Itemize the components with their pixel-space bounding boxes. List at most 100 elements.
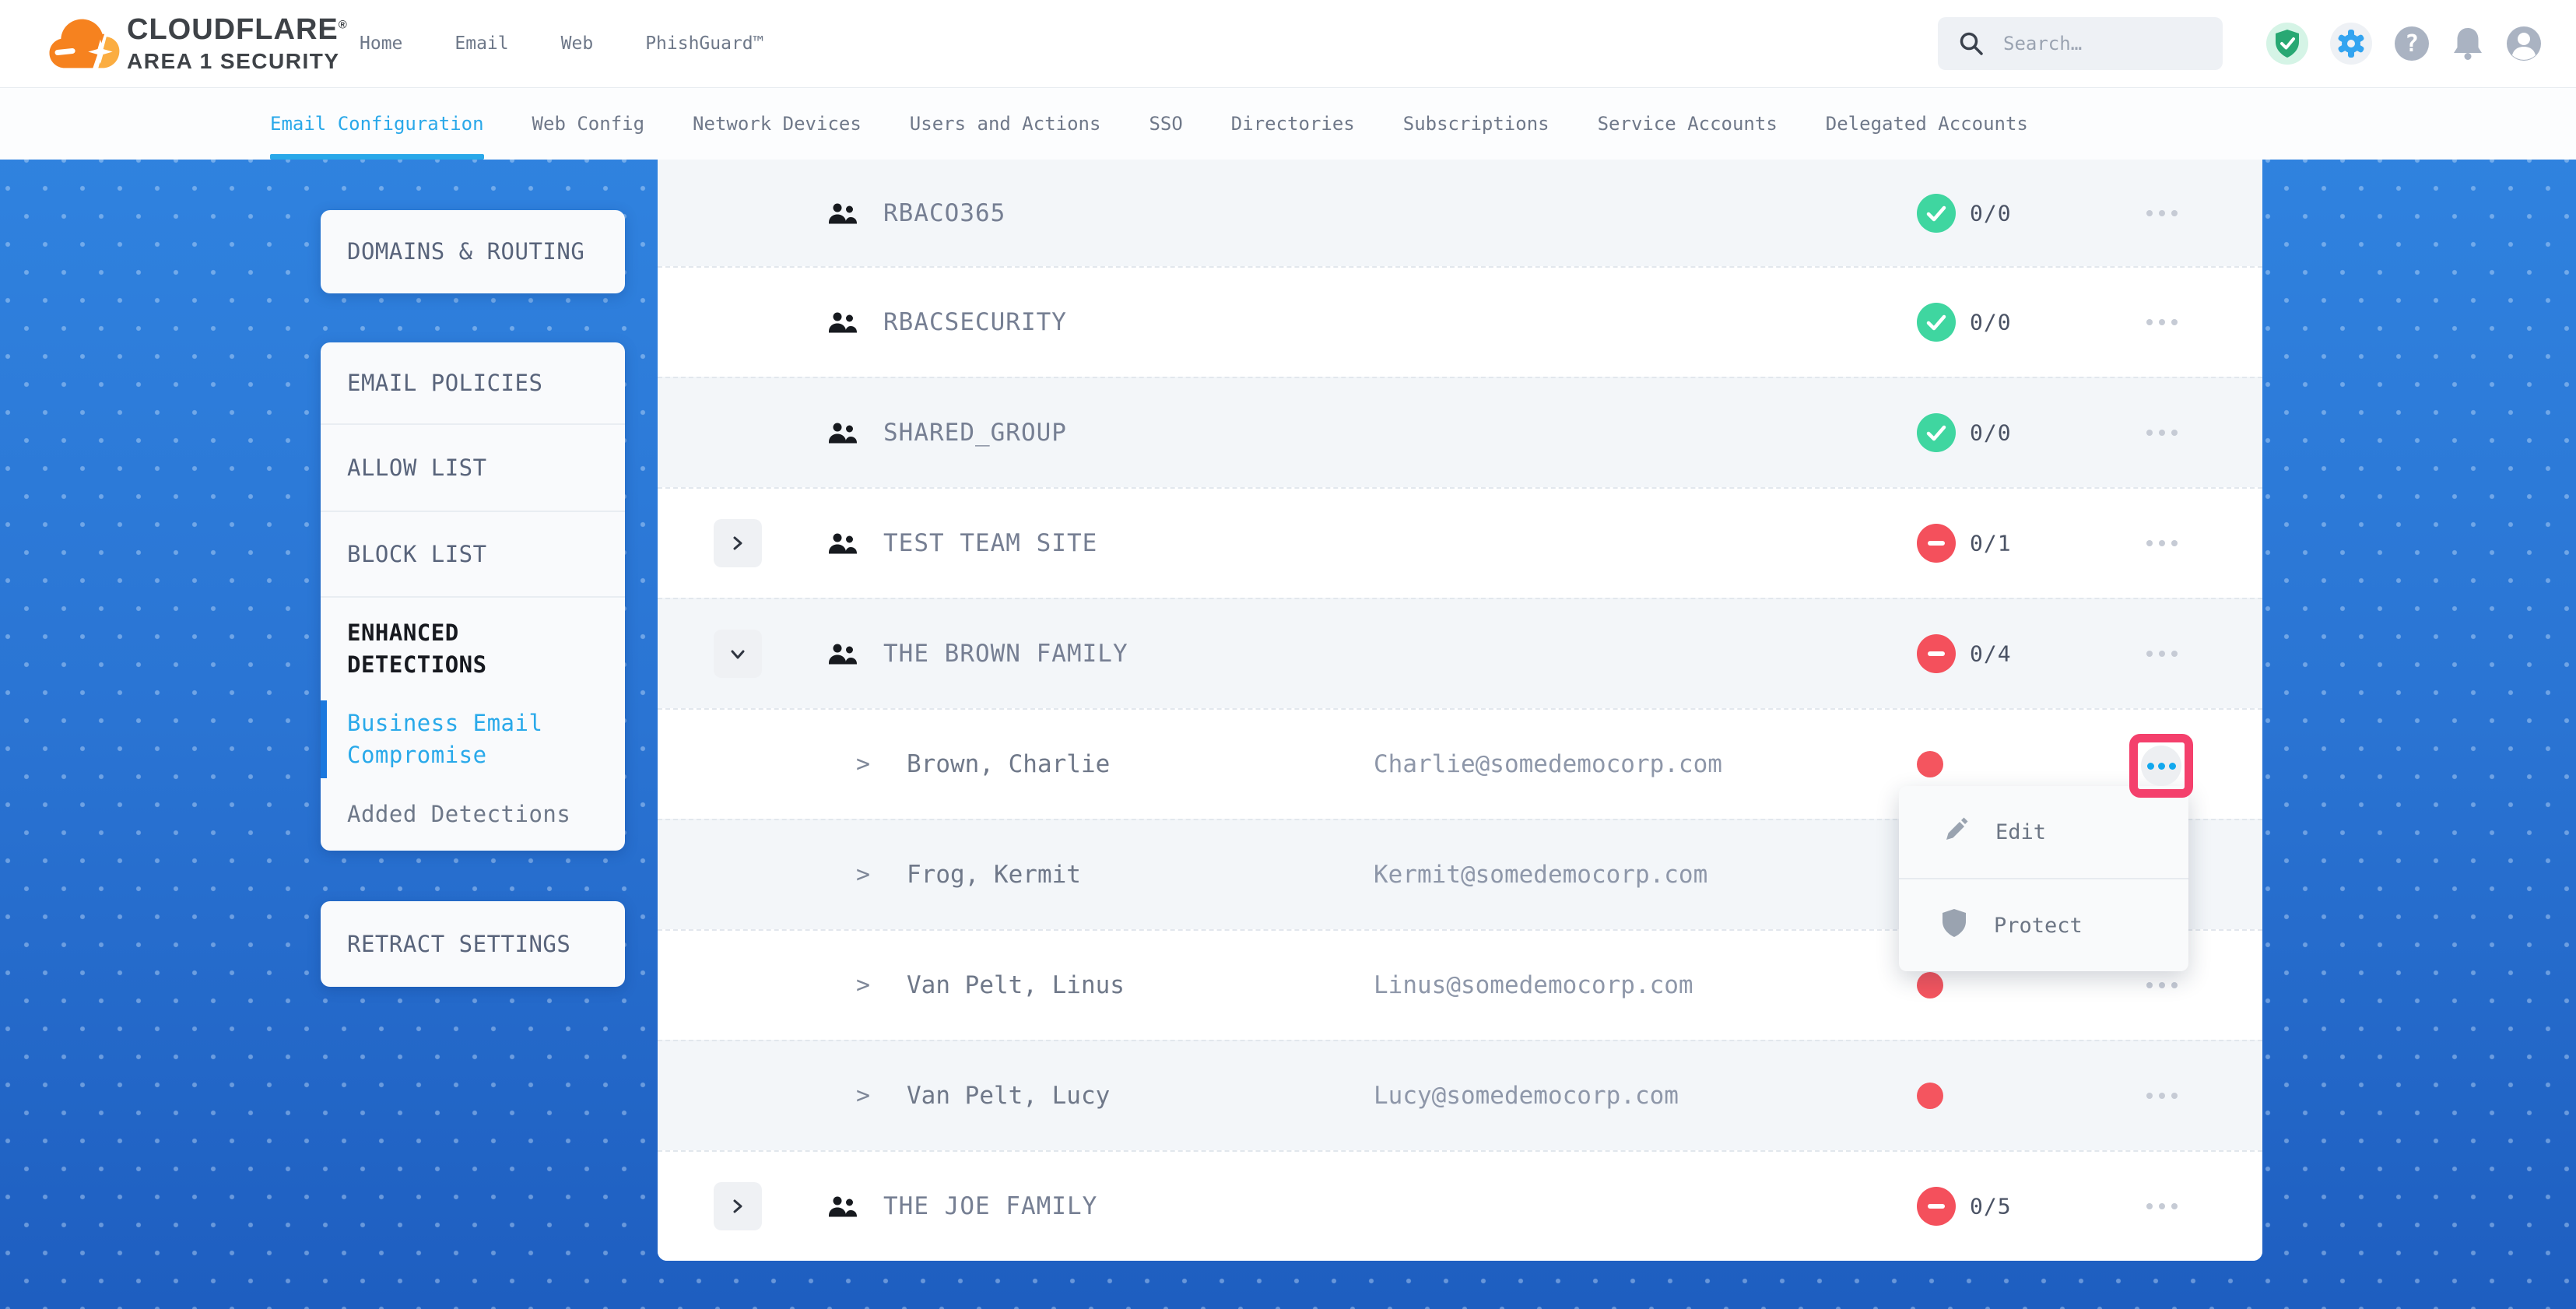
status-protected-icon <box>1917 303 1956 342</box>
sidebar-item-email-policies[interactable]: EMAIL POLICIES <box>321 342 625 425</box>
row-actions-ellipsis-icon[interactable] <box>2146 1093 2178 1099</box>
svg-text:?: ? <box>2405 30 2419 58</box>
row-actions-ellipsis-icon[interactable] <box>2146 210 2178 216</box>
sidebar-item-block-list[interactable]: BLOCK LIST <box>321 512 625 598</box>
member-name: Van Pelt, Linus <box>907 971 1125 999</box>
sidebar-item-label: BLOCK LIST <box>347 539 487 570</box>
sidebar-item-domains-routing[interactable]: DOMAINS & ROUTING <box>321 210 625 293</box>
status-blocked-icon <box>1917 634 1956 673</box>
member-name: Frog, Kermit <box>907 861 1081 889</box>
highlight-box <box>2129 734 2193 798</box>
subnav-item-web-config[interactable]: Web Config <box>532 87 645 160</box>
sidebar-item-label: Business Email Compromise <box>347 707 602 771</box>
protected-count: 0/1 <box>1970 531 2012 556</box>
protected-count: 0/0 <box>1970 310 2012 335</box>
expand-chevron-right-icon[interactable] <box>714 519 762 567</box>
group-users-icon <box>827 310 858 335</box>
subnav-item-email-configuration[interactable]: Email Configuration <box>270 87 484 160</box>
topnav-item-phishguard[interactable]: PhishGuard™ <box>645 33 763 54</box>
context-menu: Edit Protect <box>1899 786 2188 971</box>
search-input[interactable] <box>2002 32 2192 55</box>
shield-icon <box>1941 908 1967 943</box>
status-blocked-icon <box>1917 524 1956 563</box>
status-dot-icon <box>1917 751 1943 777</box>
sidebar-card-3: RETRACT SETTINGS <box>321 901 625 987</box>
menu-item-protect[interactable]: Protect <box>1899 878 2188 971</box>
sidebar-item-enhanced-detections: ENHANCED DETECTIONS <box>321 598 625 700</box>
help-icon[interactable]: ? <box>2394 26 2430 61</box>
notifications-bell-icon[interactable] <box>2451 26 2484 61</box>
sidebar-item-business-email-compromise[interactable]: Business Email Compromise <box>321 700 625 778</box>
table-row-group: TEST TEAM SITE0/1 <box>658 487 2262 598</box>
member-expand-chevron-icon[interactable]: > <box>856 751 870 778</box>
topnav-item-email[interactable]: Email <box>454 33 508 54</box>
sidebar-item-allow-list[interactable]: ALLOW LIST <box>321 425 625 512</box>
row-actions-ellipsis-icon[interactable] <box>2146 430 2178 436</box>
table-row-member: > Van Pelt, Lucy Lucy@somedemocorp.com <box>658 1040 2262 1150</box>
member-email: Lucy@somedemocorp.com <box>1374 1082 1679 1110</box>
shield-check-icon[interactable] <box>2266 23 2308 65</box>
group-users-icon <box>827 201 858 226</box>
group-name: THE JOE FAMILY <box>883 1192 1097 1220</box>
brand-text: CLOUDFLARE® AREA 1 SECURITY <box>127 15 348 72</box>
sidebar-item-retract-settings[interactable]: RETRACT SETTINGS <box>321 901 625 987</box>
search-box[interactable] <box>1938 17 2223 70</box>
menu-item-edit[interactable]: Edit <box>1899 786 2188 878</box>
header-icons: ? <box>2266 0 2542 87</box>
row-actions-ellipsis-icon[interactable] <box>2146 982 2178 988</box>
group-name: SHARED_GROUP <box>883 419 1067 447</box>
status-dot-icon <box>1917 972 1943 998</box>
member-expand-chevron-icon[interactable]: > <box>856 972 870 999</box>
subnav-item-subscriptions[interactable]: Subscriptions <box>1403 87 1549 160</box>
top-nav: Home Email Web PhishGuard™ <box>360 0 764 87</box>
member-name: Brown, Charlie <box>907 750 1110 778</box>
sidebar-item-added-detections[interactable]: Added Detections <box>321 778 625 851</box>
subnav-item-directories[interactable]: Directories <box>1231 87 1355 160</box>
protected-count: 0/5 <box>1970 1194 2012 1220</box>
topnav-item-web[interactable]: Web <box>561 33 594 54</box>
group-users-icon <box>827 531 858 556</box>
secondary-nav: Email Configuration Web Config Network Dev… <box>0 87 2576 160</box>
sidebar-item-label: ALLOW LIST <box>347 452 487 484</box>
member-name: Van Pelt, Lucy <box>907 1082 1110 1110</box>
table-row-group: THE BROWN FAMILY0/4 <box>658 598 2262 708</box>
member-email: Kermit@somedemocorp.com <box>1374 861 1707 889</box>
group-users-icon <box>827 1194 858 1219</box>
subnav-item-sso[interactable]: SSO <box>1149 87 1182 160</box>
group-users-icon <box>827 420 858 445</box>
row-actions-ellipsis-icon[interactable] <box>2146 540 2178 546</box>
brand-trademark: ® <box>339 18 348 31</box>
member-expand-chevron-icon[interactable]: > <box>856 862 870 889</box>
menu-item-label: Edit <box>1995 820 2046 844</box>
sidebar-card-1: DOMAINS & ROUTING <box>321 210 625 293</box>
member-expand-chevron-icon[interactable]: > <box>856 1083 870 1110</box>
user-avatar-icon[interactable] <box>2506 26 2542 61</box>
cloudflare-logo-icon[interactable] <box>47 8 121 79</box>
subnav-item-network-devices[interactable]: Network Devices <box>693 87 862 160</box>
search-icon <box>1958 30 1985 57</box>
member-email: Charlie@somedemocorp.com <box>1374 750 1722 778</box>
row-actions-ellipsis-icon[interactable] <box>2141 746 2181 786</box>
menu-item-label: Protect <box>1994 914 2083 938</box>
app-root: CLOUDFLARE® AREA 1 SECURITY Home Email Web… <box>0 0 2576 1309</box>
table-row-group: RBACSECURITY0/0 <box>658 266 2262 377</box>
top-bar: CLOUDFLARE® AREA 1 SECURITY Home Email Web… <box>0 0 2576 88</box>
pencil-icon <box>1941 816 1969 849</box>
topnav-item-home[interactable]: Home <box>360 33 402 54</box>
subnav-item-users-and-actions[interactable]: Users and Actions <box>910 87 1101 160</box>
row-actions-ellipsis-icon[interactable] <box>2146 319 2178 325</box>
sidebar-item-label: DOMAINS & ROUTING <box>347 236 584 268</box>
expand-chevron-down-icon[interactable] <box>714 630 762 678</box>
status-protected-icon <box>1917 194 1956 233</box>
settings-gear-icon[interactable] <box>2330 23 2372 65</box>
status-protected-icon <box>1917 413 1956 452</box>
row-actions-ellipsis-icon[interactable] <box>2146 1203 2178 1209</box>
protected-count: 0/0 <box>1970 420 2012 446</box>
table-row-group: THE JOE FAMILY 0/5 <box>658 1150 2262 1261</box>
subnav-item-service-accounts[interactable]: Service Accounts <box>1598 87 1778 160</box>
expand-chevron-right-icon[interactable] <box>714 1182 762 1230</box>
sidebar-item-label: RETRACT SETTINGS <box>347 928 570 960</box>
sidebar-item-label: Added Detections <box>347 798 570 830</box>
subnav-item-delegated-accounts[interactable]: Delegated Accounts <box>1826 87 2028 160</box>
row-actions-ellipsis-icon[interactable] <box>2146 651 2178 657</box>
